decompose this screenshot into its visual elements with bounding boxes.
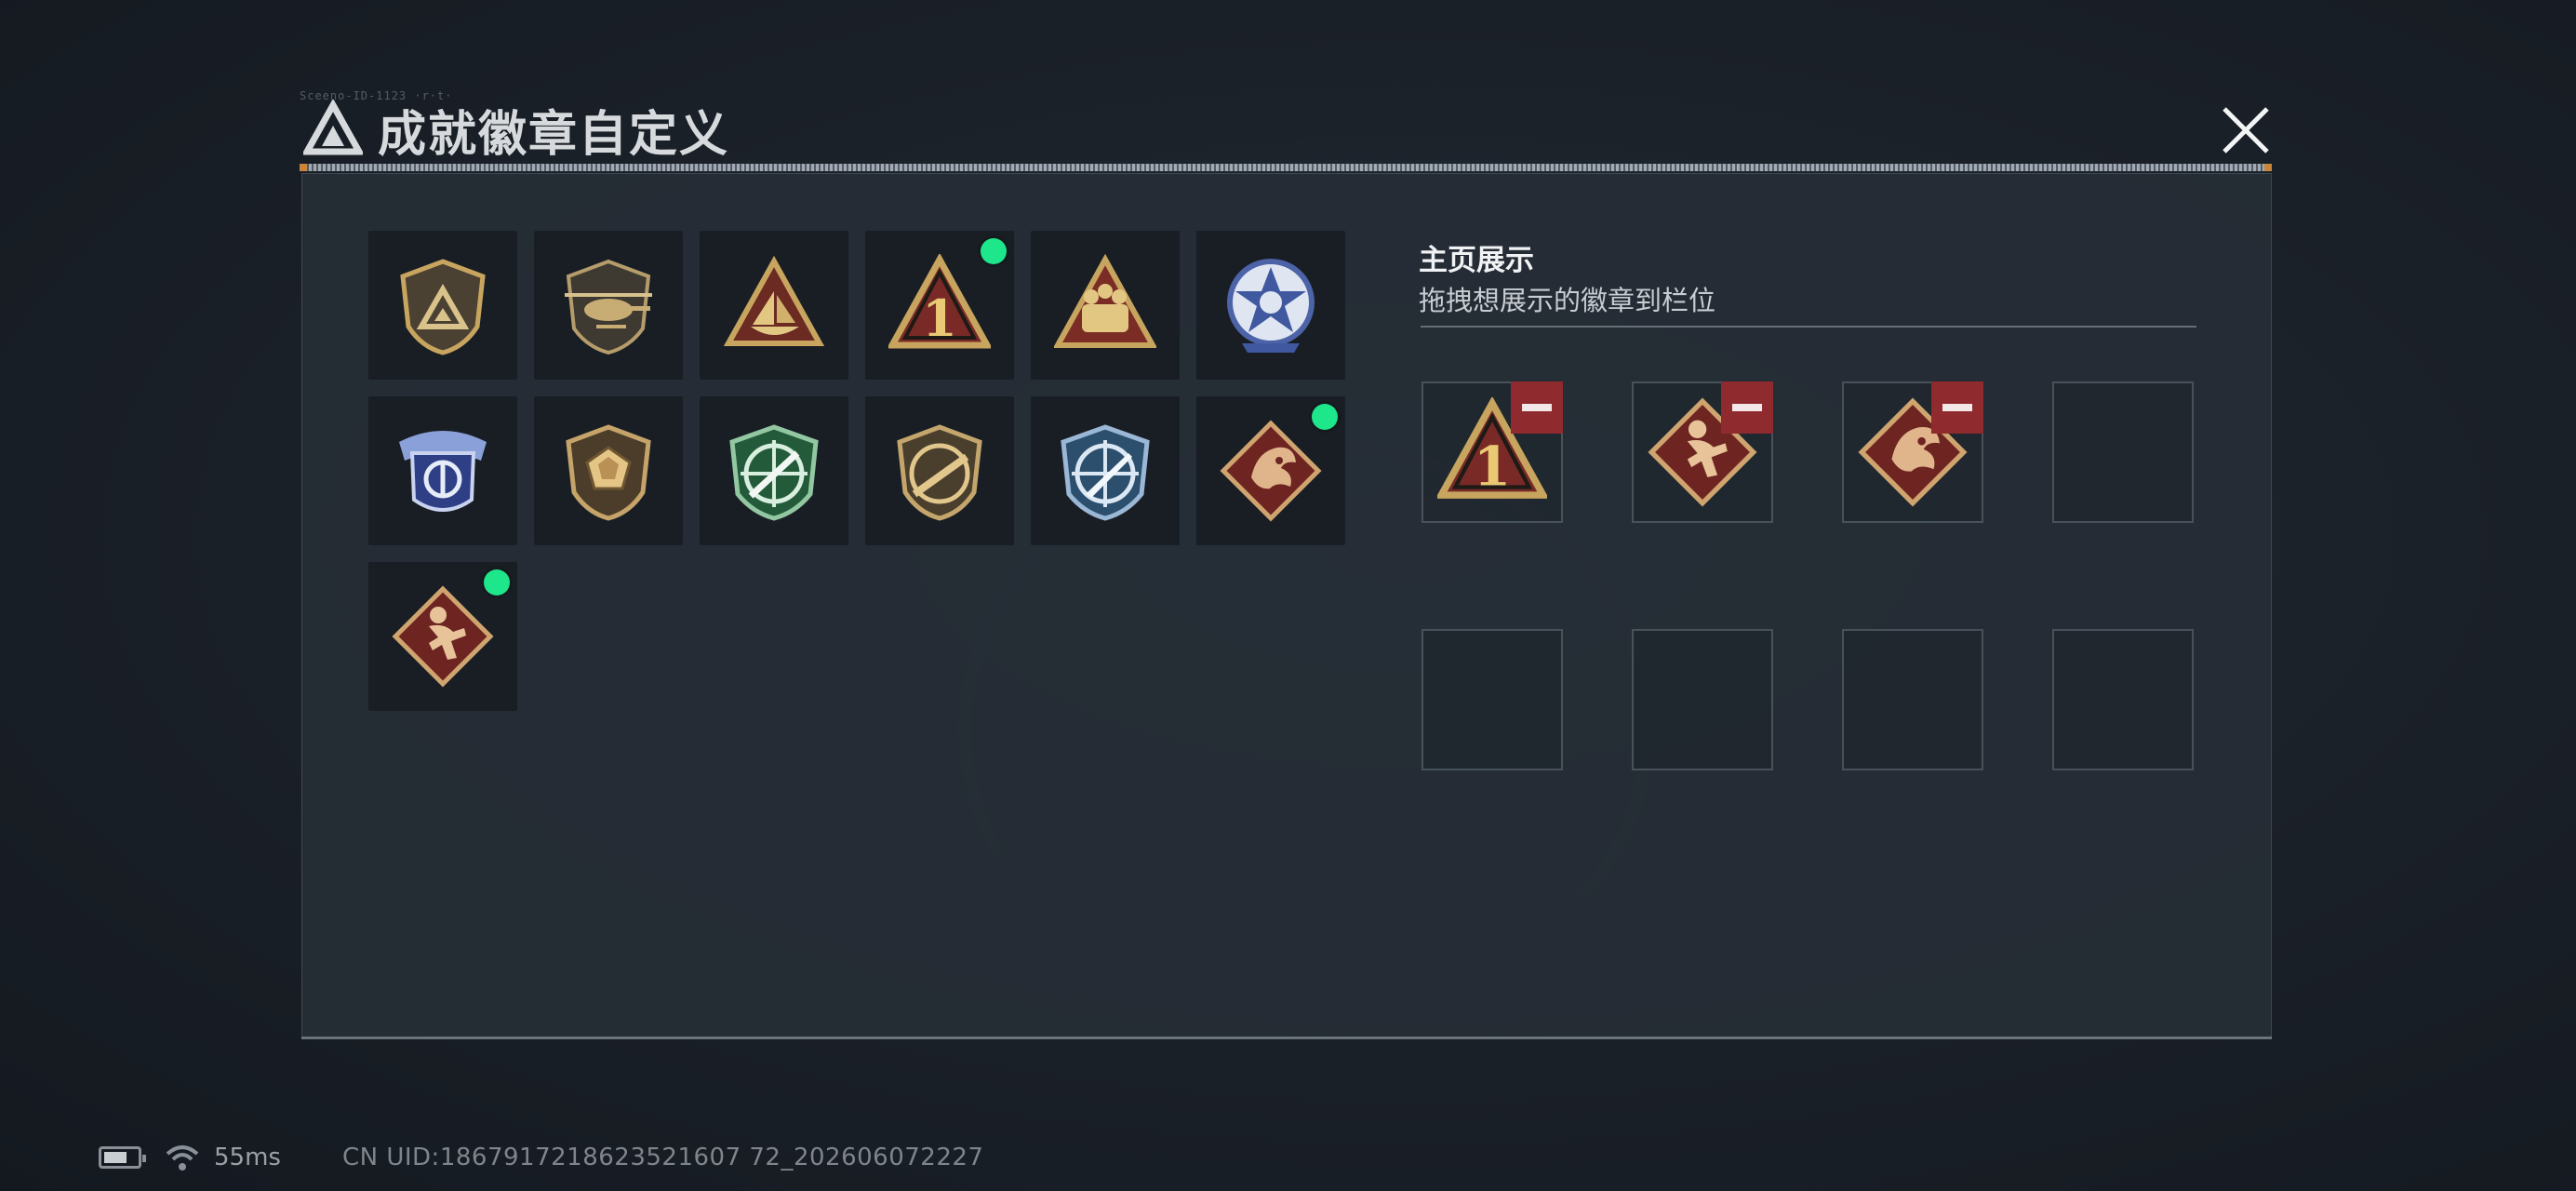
runner-diamond-badge-icon — [392, 585, 494, 688]
shield-triangle-badge-icon — [400, 259, 486, 355]
wifi-icon — [166, 1145, 199, 1171]
green-crosshair-rifle-badge-icon — [729, 424, 819, 521]
close-button[interactable] — [2209, 93, 2283, 167]
soldiers-triangle-badge-icon — [1054, 254, 1156, 348]
blue-winged-shield-badge-icon — [399, 431, 487, 512]
status-bar: 55ms CN UID:1867917218623521607 72_20260… — [99, 1141, 983, 1174]
dragon-diamond-badge-icon — [1220, 420, 1322, 522]
battery-icon — [99, 1146, 146, 1169]
badge-cell[interactable] — [1196, 396, 1345, 545]
showcase-slot[interactable] — [1632, 381, 1773, 523]
svg-text:1: 1 — [922, 288, 957, 348]
badge-cell[interactable] — [1031, 396, 1180, 545]
badge-cell[interactable] — [865, 396, 1014, 545]
svg-text:1: 1 — [1474, 435, 1511, 498]
showcase-slot[interactable] — [1632, 629, 1773, 770]
remove-badge-button[interactable] — [1931, 381, 1983, 434]
showcase-slot[interactable] — [1842, 381, 1983, 523]
showcase-divider — [1421, 326, 2196, 328]
badge-cell[interactable] — [368, 396, 517, 545]
divider-accent-left — [300, 164, 307, 171]
showcase-slot[interactable] — [1842, 629, 1983, 770]
number-one-triangle-badge-icon: 1 — [888, 254, 991, 349]
badge-cell[interactable] — [1196, 231, 1345, 380]
new-indicator-dot — [1312, 404, 1338, 430]
helicopter-badge-icon — [565, 259, 652, 355]
blue-crosshair-knife-badge-icon — [1061, 424, 1150, 521]
title-divider — [300, 164, 2272, 171]
badge-cell[interactable] — [1031, 231, 1180, 380]
title-bar: 成就徽章自定义 — [303, 97, 730, 163]
ship-triangle-badge-icon — [723, 255, 825, 346]
badge-cell[interactable]: 1 — [865, 231, 1014, 380]
showcase-slot[interactable] — [1421, 629, 1563, 770]
badge-cell[interactable] — [368, 562, 517, 711]
remove-badge-button[interactable] — [1721, 381, 1773, 434]
remove-badge-button[interactable] — [1511, 381, 1563, 434]
star-skull-emblem-icon — [1227, 259, 1315, 353]
ping-text: 55ms — [214, 1144, 281, 1171]
close-icon — [2222, 107, 2269, 154]
panel-bottom-edge — [301, 1037, 2272, 1039]
badge-cell[interactable] — [700, 396, 848, 545]
showcase-slot[interactable] — [2052, 629, 2194, 770]
minus-icon — [1942, 404, 1972, 411]
showcase-slot[interactable] — [2052, 381, 2194, 523]
badge-cell[interactable] — [700, 231, 848, 380]
badge-cell[interactable] — [534, 231, 683, 380]
minus-icon — [1732, 404, 1762, 411]
badge-cell[interactable] — [534, 396, 683, 545]
showcase-subtitle: 拖拽想展示的徽章到栏位 — [1419, 285, 1716, 316]
triangle-logo-icon — [303, 100, 363, 155]
minus-icon — [1522, 404, 1552, 411]
new-indicator-dot — [484, 569, 510, 596]
page-title: 成就徽章自定义 — [378, 106, 730, 163]
new-indicator-dot — [981, 238, 1007, 264]
rifle-shield-badge-icon — [897, 424, 982, 521]
divider-accent-right — [2264, 164, 2272, 171]
uid-text: CN UID:1867917218623521607 72_2026060722… — [341, 1144, 984, 1171]
showcase-title: 主页展示 — [1419, 244, 1534, 277]
gem-shield-badge-icon — [566, 424, 651, 521]
showcase-slot[interactable]: 1 — [1421, 381, 1563, 523]
badge-cell[interactable] — [368, 231, 517, 380]
